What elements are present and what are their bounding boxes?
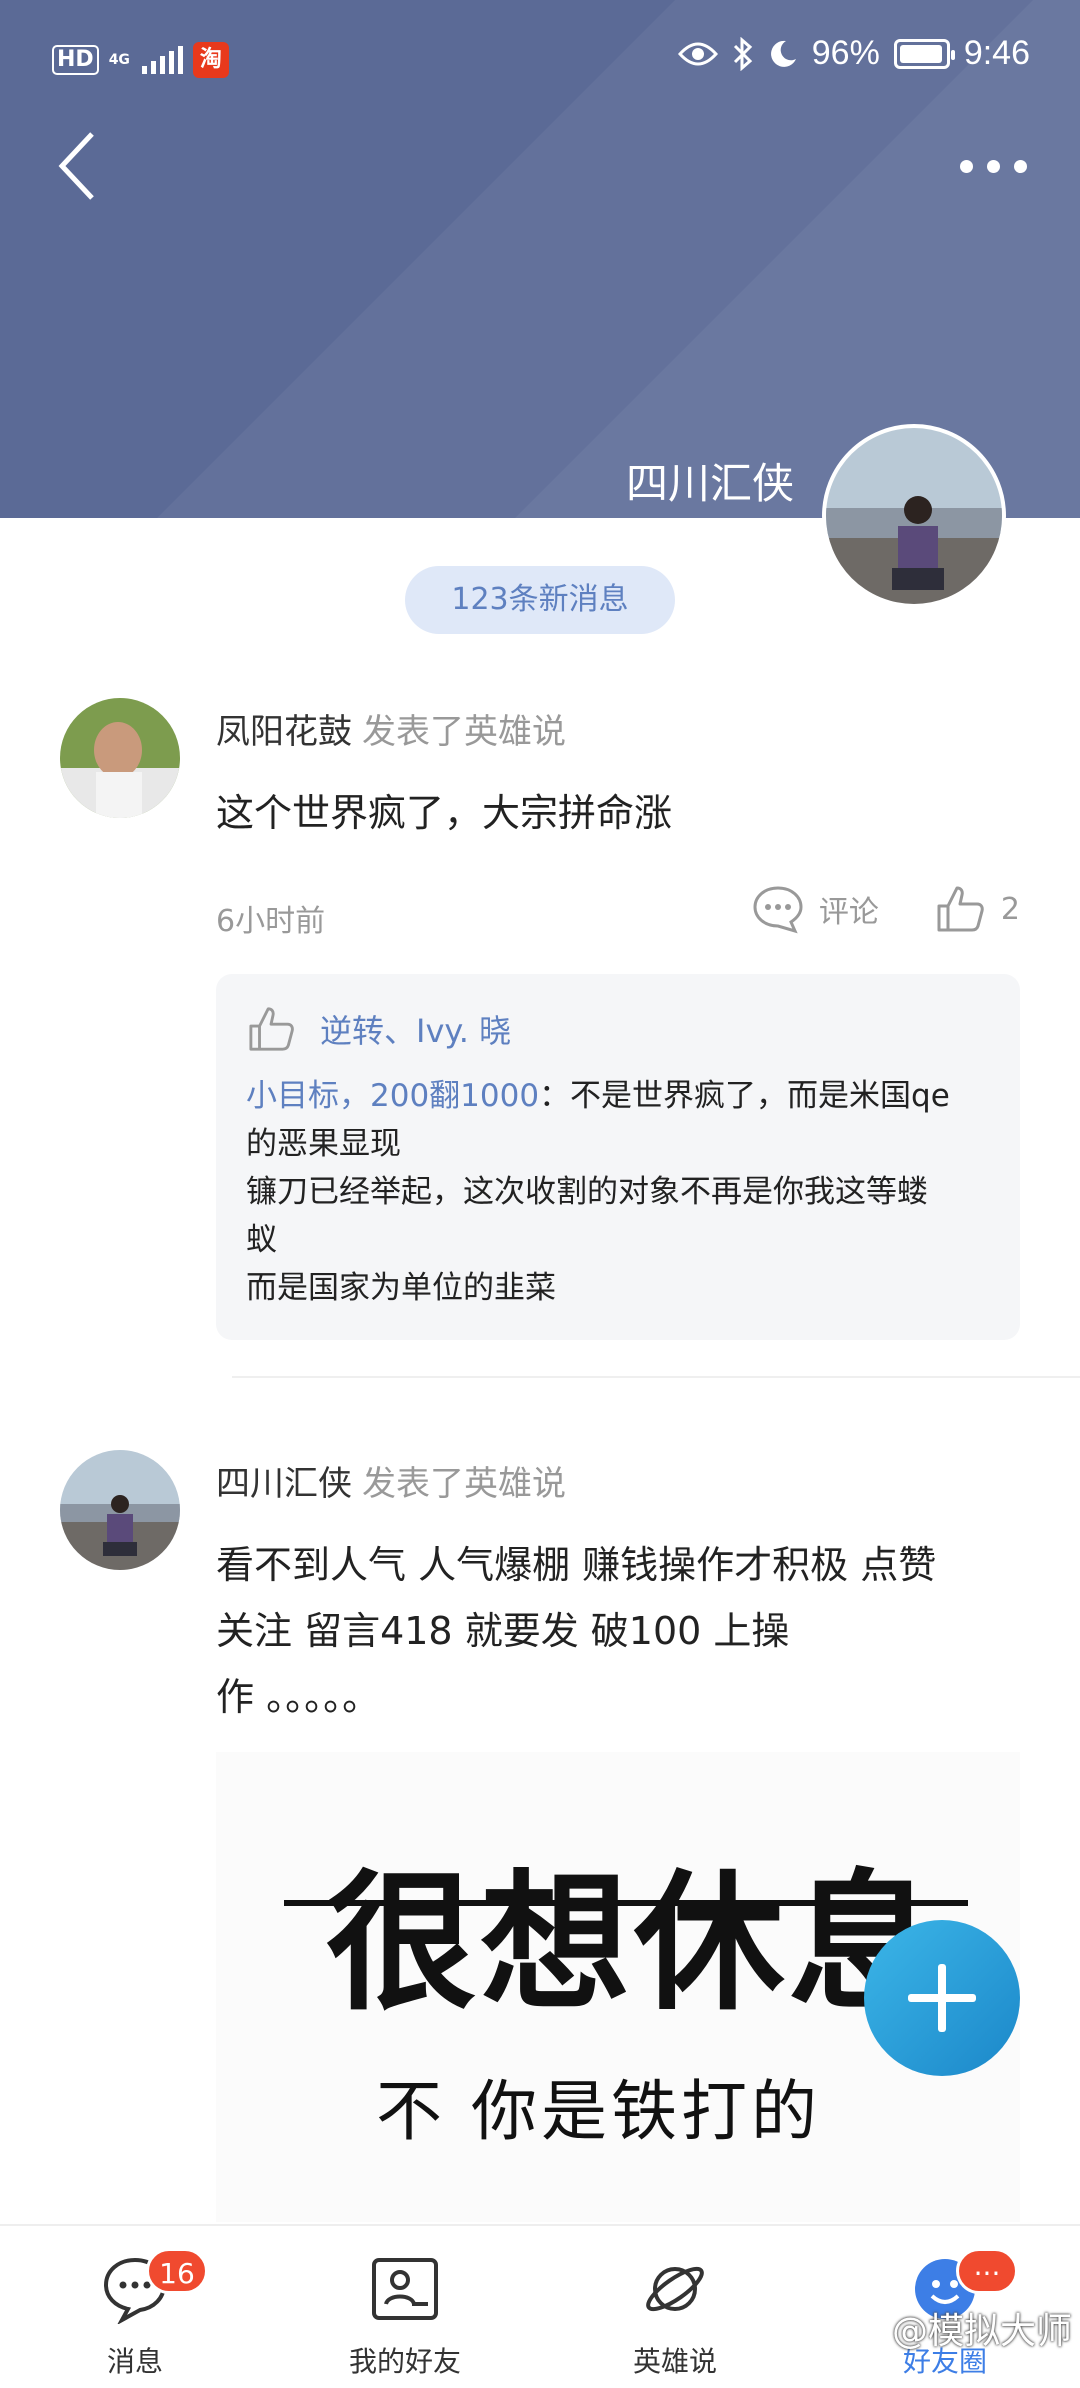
more-options-button[interactable] xyxy=(960,146,1030,186)
comment-text: 而是国家为单位的韭菜 xyxy=(246,1270,556,1306)
image-subtext: 不 你是铁打的 xyxy=(376,2073,821,2150)
tab-label: 英雄说 xyxy=(632,2345,717,2378)
post-author[interactable]: 四川汇侠 xyxy=(216,1464,352,1504)
comment-author[interactable]: 小目标，200翻1000 xyxy=(246,1078,539,1114)
post-author[interactable]: 凤阳花鼓 xyxy=(216,712,352,752)
strikethrough-line xyxy=(284,1900,968,1906)
thumbs-up-icon xyxy=(249,1007,294,1051)
post-divider xyxy=(232,1376,1080,1378)
plus-icon xyxy=(908,1964,976,2032)
new-messages-pill[interactable]: 123条新消息 xyxy=(405,566,675,634)
tab-messages[interactable]: 16 消息 xyxy=(0,2226,270,2388)
image-headline: 很想休息 xyxy=(326,1857,943,2031)
contact-card-icon xyxy=(372,2258,438,2320)
comment-text: 的恶果显现 xyxy=(246,1126,401,1162)
hd-indicator: HD xyxy=(52,45,99,75)
network-type: 4G xyxy=(108,52,130,68)
likers-list[interactable]: 逆转、Ivy. 晓 xyxy=(320,1006,511,1052)
signal-icon xyxy=(141,46,183,74)
tab-label: 我的好友 xyxy=(348,2345,461,2378)
tab-hero-talk[interactable]: 英雄说 xyxy=(540,2226,810,2388)
post-action: 发表了英雄说 xyxy=(362,1464,566,1504)
comment-text: 蚁 xyxy=(246,1222,277,1258)
comment-text: 镰刀已经举起，这次收割的对象不再是你我这等蝼 xyxy=(246,1174,928,1210)
bluetooth-icon xyxy=(733,36,752,71)
moon-icon xyxy=(770,40,796,67)
post-text: 看不到人气 人气爆棚 赚钱操作才积极 点赞 关注 留言418 就要发 破100 … xyxy=(216,1532,1016,1730)
eye-icon xyxy=(677,42,718,65)
notification-badge: ··· xyxy=(956,2248,1018,2294)
comment-text: ：不是世界疯了，而是米国qe xyxy=(539,1078,950,1114)
post-time: 6小时前 xyxy=(216,904,326,939)
create-post-button[interactable] xyxy=(864,1920,1020,2076)
clock: 9:46 xyxy=(963,34,1030,72)
back-arrow-icon[interactable] xyxy=(52,128,112,204)
like-count: 2 xyxy=(1000,891,1020,927)
planet-icon xyxy=(646,2266,704,2312)
post-text: 这个世界疯了，大宗拼命涨 xyxy=(216,791,673,835)
comment-box: 逆转、Ivy. 晓 小目标，200翻1000：不是世界疯了，而是米国qe 的恶果… xyxy=(216,974,1020,1340)
status-bar: HD 4G 淘 96% 9:46 xyxy=(0,34,1080,84)
watermark: @模拟大师 xyxy=(891,2311,1072,2352)
avatar[interactable] xyxy=(60,698,180,818)
battery-icon xyxy=(893,38,955,69)
post-action: 发表了英雄说 xyxy=(362,712,566,752)
post-text-line: 看不到人气 人气爆棚 赚钱操作才积极 点赞 xyxy=(216,1543,937,1587)
post-text-line: 作 。。。。。 xyxy=(216,1675,381,1719)
post-text-line: 关注 留言418 就要发 破100 上操 xyxy=(216,1609,790,1653)
tab-friends[interactable]: 我的好友 xyxy=(270,2226,540,2388)
thumbs-up-icon[interactable] xyxy=(935,884,987,934)
owner-name: 四川汇侠 xyxy=(626,459,795,508)
avatar[interactable] xyxy=(60,1450,180,1570)
comment-item: 小目标，200翻1000：不是世界疯了，而是米国qe 的恶果显现 镰刀已经举起，… xyxy=(246,1072,990,1312)
bottom-nav: 16 消息 我的好友 英雄说 ··· 好友圈 @模拟大师 xyxy=(0,2224,1080,2388)
unread-badge: 16 xyxy=(146,2248,208,2294)
owner-avatar[interactable] xyxy=(822,424,1006,608)
battery-percent: 96% xyxy=(811,34,880,72)
tab-label: 消息 xyxy=(106,2345,163,2378)
comment-button[interactable]: 评论 xyxy=(819,887,879,931)
comment-icon[interactable] xyxy=(751,884,805,934)
taobao-app-icon: 淘 xyxy=(192,42,229,78)
